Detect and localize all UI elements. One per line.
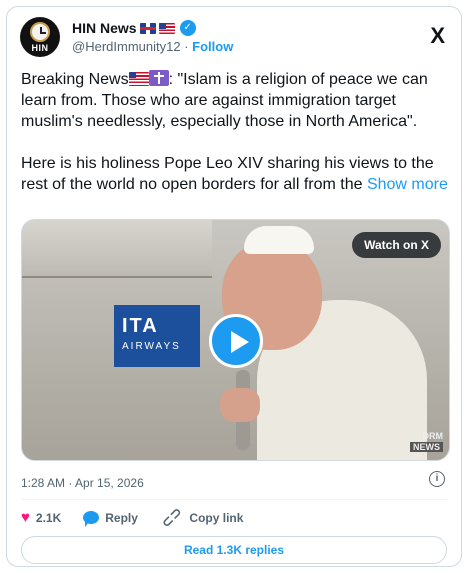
show-more-link[interactable]: Show more bbox=[367, 176, 448, 193]
clock-icon bbox=[30, 22, 50, 42]
tweet-header: HIN HIN News ✓ @HerdImmunity12 · Follow … bbox=[20, 17, 449, 61]
watch-on-x-button[interactable]: Watch on X bbox=[352, 232, 441, 258]
speaker-cap bbox=[244, 226, 314, 254]
read-replies-button[interactable]: Read 1.3K replies bbox=[21, 536, 447, 564]
handle-row: @HerdImmunity12 · Follow bbox=[72, 39, 233, 54]
tweet-timestamp[interactable]: 1:28 AM · Apr 15, 2026 bbox=[21, 476, 144, 490]
video-player[interactable]: ITA AIRWAYS Watch on X DRM NEWS bbox=[21, 219, 450, 461]
copy-link-button[interactable]: ⊂⊃ Copy link bbox=[157, 503, 244, 531]
watermark-bottom: NEWS bbox=[410, 442, 443, 452]
reply-label: Reply bbox=[105, 510, 138, 525]
author-name-row: HIN News ✓ bbox=[72, 20, 196, 36]
handle-separator: · bbox=[184, 39, 189, 54]
like-count: 2.1K bbox=[35, 510, 62, 525]
us-flag-icon bbox=[128, 72, 149, 86]
heart-icon: ♥ bbox=[21, 509, 30, 526]
uk-flag-icon bbox=[139, 22, 156, 34]
avatar[interactable]: HIN bbox=[20, 17, 60, 57]
tweet-card: HIN HIN News ✓ @HerdImmunity12 · Follow … bbox=[6, 6, 462, 567]
info-icon[interactable]: i bbox=[429, 471, 445, 487]
watermark-top: DRM bbox=[422, 431, 444, 441]
action-bar: ♥ 2.1K Reply ⊂⊃ Copy link bbox=[21, 503, 265, 531]
tweet-text: Breaking News: "Islam is a religion of p… bbox=[21, 69, 451, 195]
tweet-paragraph-1: Breaking News: "Islam is a religion of p… bbox=[21, 69, 451, 132]
link-icon: ⊂⊃ bbox=[157, 503, 186, 532]
reply-button[interactable]: Reply bbox=[83, 510, 138, 527]
copy-link-label: Copy link bbox=[189, 510, 244, 525]
author-handle[interactable]: @HerdImmunity12 bbox=[72, 39, 181, 54]
watermark: DRM NEWS bbox=[410, 431, 443, 452]
reply-icon bbox=[83, 511, 100, 527]
airline-panel: ITA AIRWAYS bbox=[114, 305, 200, 367]
divider bbox=[21, 499, 447, 500]
follow-button[interactable]: Follow bbox=[192, 39, 233, 54]
x-logo-icon[interactable]: X bbox=[430, 23, 445, 49]
tweet-paragraph-2: Here is his holiness Pope Leo XIV sharin… bbox=[21, 153, 451, 195]
tweet-text-part: Breaking News bbox=[21, 71, 129, 88]
avatar-label: HIN bbox=[31, 43, 49, 53]
play-icon[interactable] bbox=[209, 314, 263, 368]
overhead-bin bbox=[22, 220, 212, 278]
airline-logo: ITA bbox=[122, 315, 159, 337]
author-name[interactable]: HIN News bbox=[72, 20, 137, 36]
verified-badge-icon: ✓ bbox=[179, 20, 196, 36]
us-flag-icon bbox=[158, 22, 175, 34]
like-button[interactable]: ♥ 2.1K bbox=[21, 509, 61, 526]
latin-cross-icon bbox=[148, 70, 169, 86]
airline-subtitle: AIRWAYS bbox=[122, 341, 181, 352]
speaker-hand bbox=[220, 388, 260, 422]
